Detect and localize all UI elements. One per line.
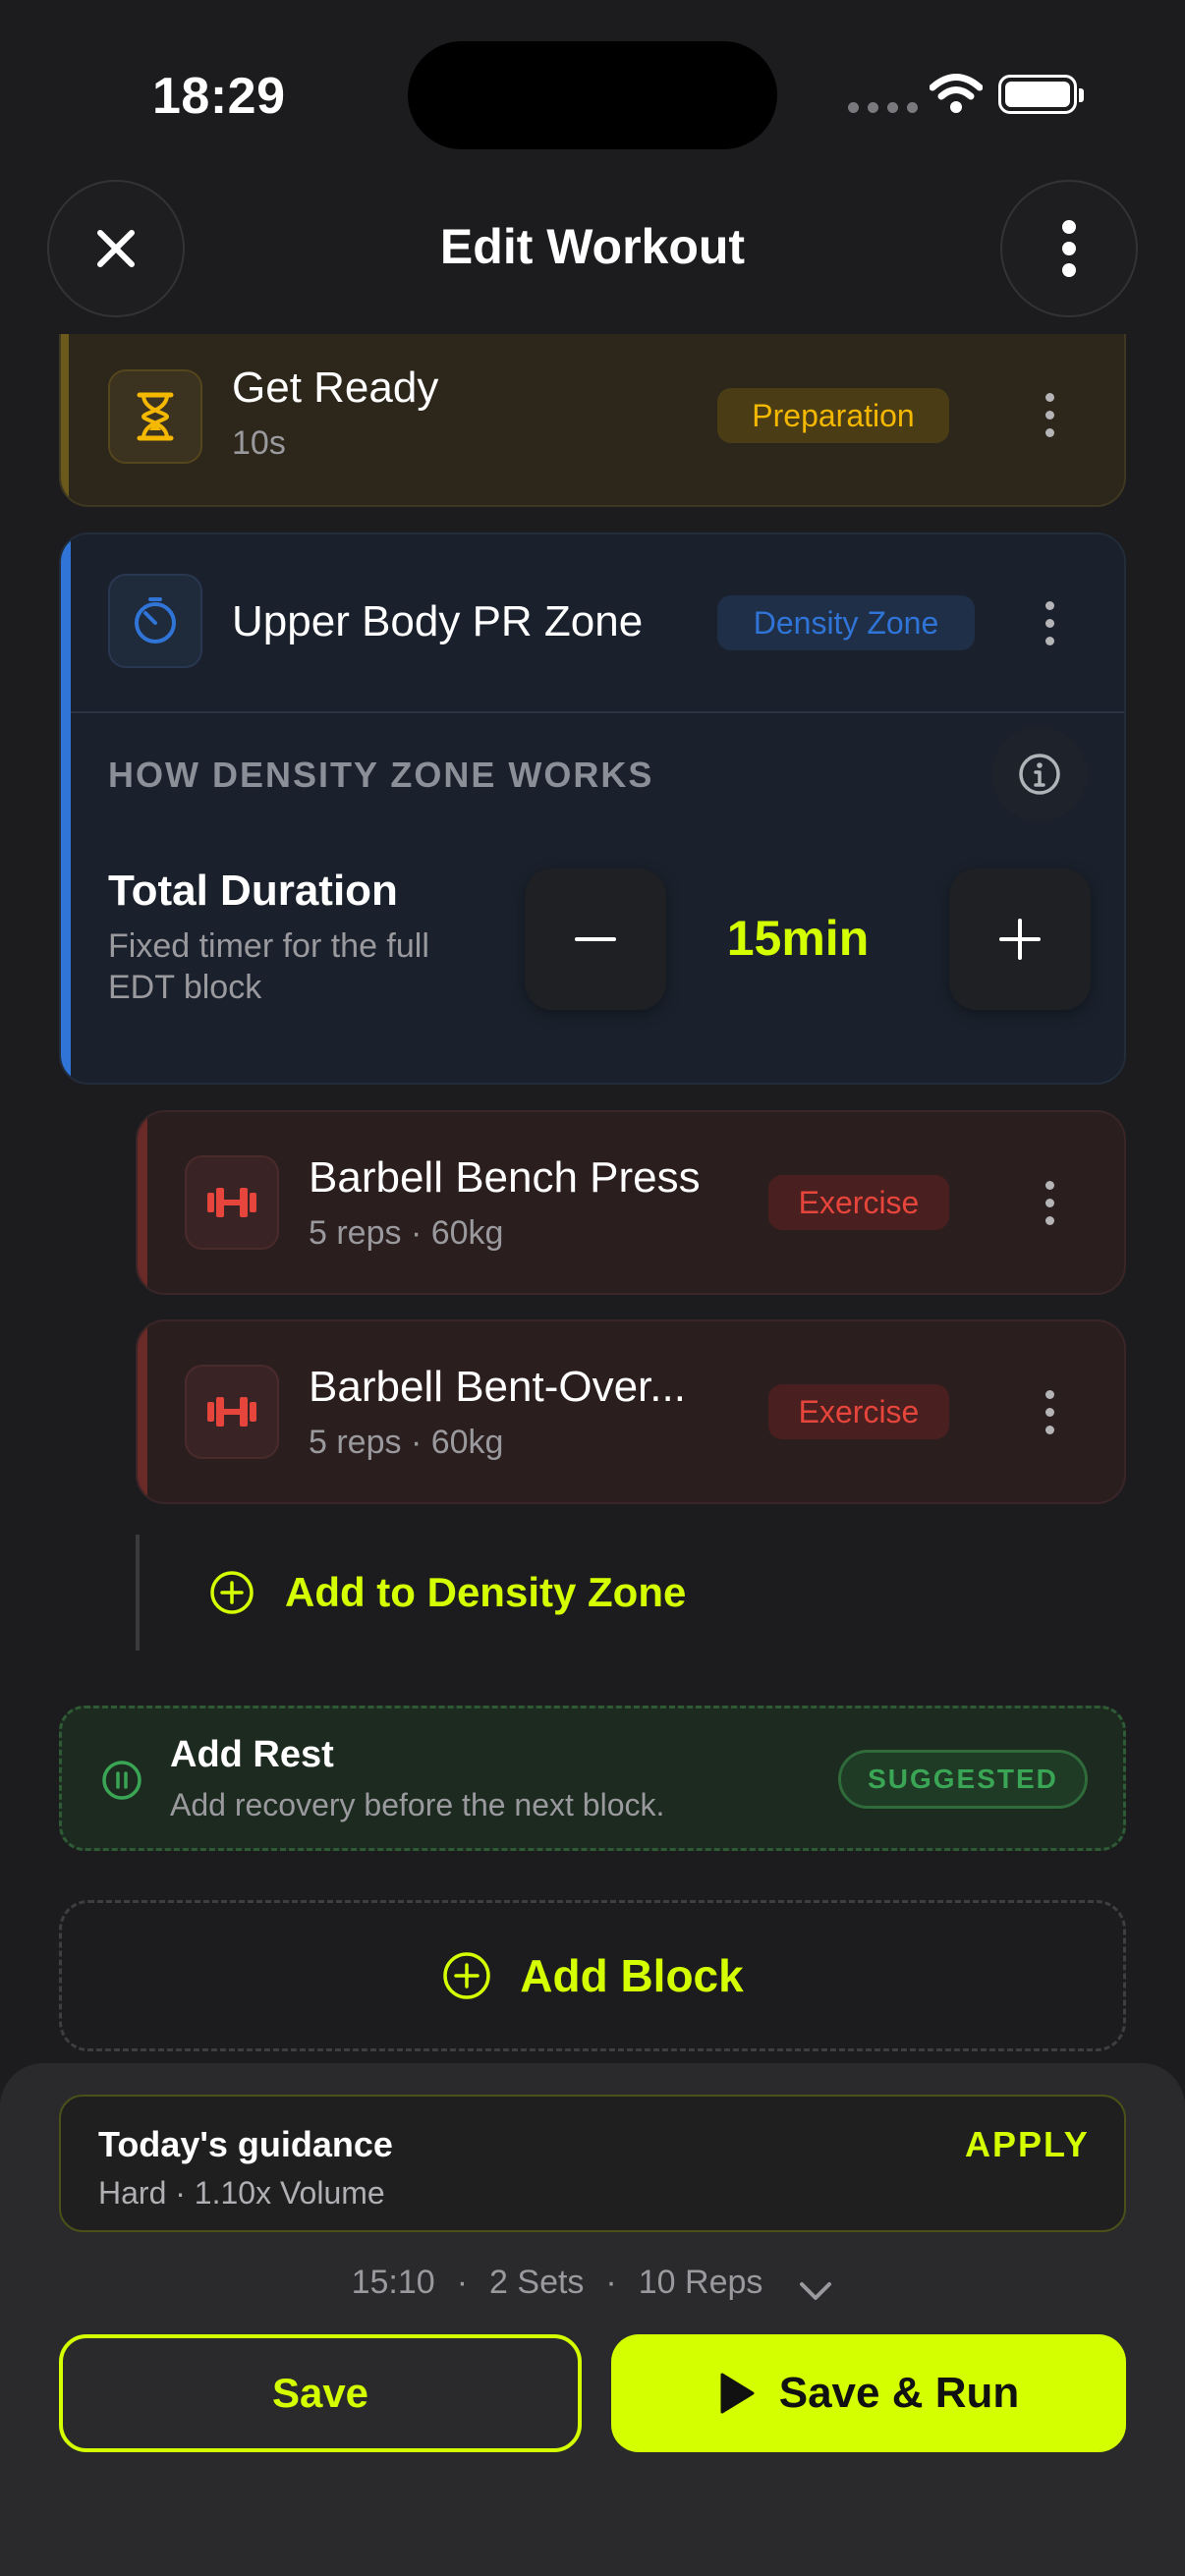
add-rest-subtitle: Add recovery before the next block. [170,1787,665,1822]
plus-circle-icon [443,1952,491,1999]
more-options-button[interactable] [1000,180,1138,317]
dynamic-island [408,41,777,149]
divider [71,711,1124,713]
get-ready-menu-button[interactable] [1045,393,1054,437]
dumbbell-icon [185,1365,279,1459]
battery-icon [998,75,1084,114]
card-accent-bar [61,534,71,1083]
card-accent-bar [138,1321,147,1502]
exercise-detail: 5 reps · 60kg [309,1214,504,1252]
pause-circle-icon [102,1761,141,1800]
suggested-badge: SUGGESTED [838,1750,1088,1809]
add-to-density-zone-label: Add to Density Zone [285,1569,687,1615]
play-icon [720,2373,755,2414]
exercise-card[interactable]: Barbell Bent-Over... 5 reps · 60kg Exerc… [136,1319,1126,1504]
exercise-title: Barbell Bent-Over... [309,1363,686,1411]
summary-separator: · [456,2264,469,2301]
exercise-menu-button[interactable] [1045,1181,1054,1225]
get-ready-card[interactable]: Get Ready 10s Preparation [59,334,1126,507]
density-zone-badge: Density Zone [717,595,975,650]
exercise-badge: Exercise [768,1384,949,1439]
total-duration-label: Total Duration [108,867,398,915]
save-button[interactable]: Save [59,2334,582,2452]
minus-icon [575,937,616,941]
density-zone-menu-button[interactable] [1045,601,1054,645]
chevron-down-icon [800,2281,832,2300]
decrease-duration-button[interactable] [525,868,666,1010]
summary-time: 15:10 [351,2264,435,2301]
add-block-button[interactable]: Add Block [59,1900,1126,2051]
exercise-detail: 5 reps · 60kg [309,1424,504,1461]
workout-summary[interactable]: 15:10 · 2 Sets · 10 Reps [0,2264,1185,2302]
summary-reps: 10 Reps [638,2264,763,2301]
zone-connector-line [136,1535,140,1651]
increase-duration-button[interactable] [949,868,1091,1010]
wifi-icon [930,74,983,113]
signal-icon [848,102,918,113]
timer-icon [108,574,202,668]
exercise-card[interactable]: Barbell Bench Press 5 reps · 60kg Exerci… [136,1110,1126,1295]
total-duration-desc-1: Fixed timer for the full [108,927,429,965]
get-ready-duration: 10s [232,424,286,462]
save-and-run-label: Save & Run [778,2369,1020,2417]
total-duration-desc-2: EDT block [108,969,262,1006]
add-block-label: Add Block [520,1950,744,2001]
card-accent-bar [61,334,69,505]
density-zone-title: Upper Body PR Zone [232,597,644,645]
plus-icon [999,919,1041,960]
guidance-card: Today's guidance Hard · 1.10x Volume APP… [59,2095,1126,2232]
add-rest-title: Add Rest [170,1734,334,1775]
more-vertical-icon [1062,220,1076,277]
hourglass-icon [108,369,202,464]
add-rest-card[interactable]: Add Rest Add recovery before the next bl… [59,1706,1126,1851]
add-to-density-zone-button[interactable]: Add to Density Zone [208,1569,686,1616]
duration-value: 15min [726,911,870,966]
save-and-run-button[interactable]: Save & Run [611,2334,1126,2452]
info-button[interactable] [992,727,1087,821]
guidance-title: Today's guidance [98,2124,393,2164]
plus-circle-icon [210,1571,254,1614]
info-icon [1019,754,1060,795]
preparation-badge: Preparation [717,388,949,443]
guidance-subtitle: Hard · 1.10x Volume [98,2175,385,2211]
density-zone-card: Upper Body PR Zone Density Zone HOW DENS… [59,532,1126,1085]
dumbbell-icon [185,1155,279,1250]
exercise-title: Barbell Bench Press [309,1153,701,1202]
summary-separator: · [605,2264,617,2301]
get-ready-title: Get Ready [232,364,439,412]
section-label: HOW DENSITY ZONE WORKS [108,755,654,795]
card-accent-bar [138,1112,147,1293]
apply-guidance-button[interactable]: APPLY [965,2124,1090,2165]
status-time: 18:29 [152,68,286,125]
exercise-menu-button[interactable] [1045,1390,1054,1434]
summary-sets: 2 Sets [489,2264,585,2301]
exercise-badge: Exercise [768,1175,949,1230]
